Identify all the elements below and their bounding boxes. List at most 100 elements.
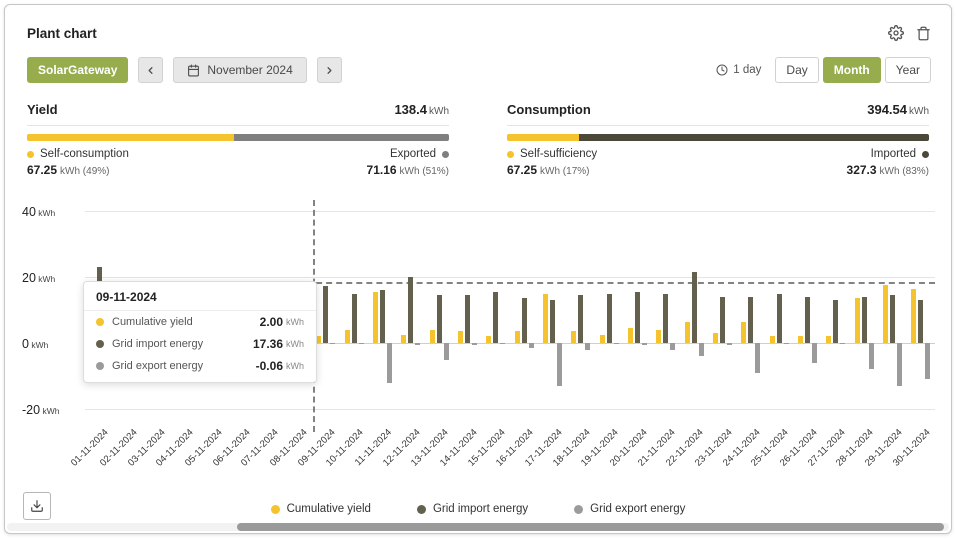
grid-import-energy-bar[interactable] (380, 290, 385, 343)
grid-export-energy-bar[interactable] (869, 343, 874, 369)
grid-import-energy-bar[interactable] (408, 277, 413, 343)
cumulative-yield-bar[interactable] (883, 285, 888, 343)
cumulative-yield-bar[interactable] (486, 336, 491, 343)
delete-trash-icon[interactable] (916, 25, 931, 41)
cumulative-yield-bar[interactable] (628, 328, 633, 343)
grid-export-energy-bar[interactable] (330, 343, 335, 344)
period-selector-button[interactable]: November 2024 (173, 57, 306, 83)
grid-export-energy-bar[interactable] (670, 343, 675, 350)
cumulative-yield-bar[interactable] (401, 335, 406, 343)
bar-group[interactable] (425, 203, 453, 418)
cumulative-yield-bar[interactable] (515, 331, 520, 343)
download-button[interactable] (23, 492, 51, 520)
grid-import-energy-bar[interactable] (607, 294, 612, 344)
grid-export-energy-bar[interactable] (727, 343, 732, 345)
bar-group[interactable] (340, 203, 368, 418)
bar-group[interactable] (538, 203, 566, 418)
gateway-button[interactable]: SolarGateway (27, 57, 128, 83)
bar-group[interactable] (708, 203, 736, 418)
grid-import-energy-bar[interactable] (692, 272, 697, 343)
bar-group[interactable] (850, 203, 878, 418)
bar-group[interactable] (368, 203, 396, 418)
grid-import-energy-bar[interactable] (493, 292, 498, 343)
grid-export-energy-bar[interactable] (500, 343, 505, 344)
bar-group[interactable] (397, 203, 425, 418)
grid-import-energy-bar[interactable] (833, 300, 838, 343)
bar-group[interactable] (482, 203, 510, 418)
grid-import-energy-bar[interactable] (862, 297, 867, 343)
bar-group[interactable] (453, 203, 481, 418)
cumulative-yield-bar[interactable] (741, 322, 746, 343)
cumulative-yield-bar[interactable] (543, 294, 548, 344)
grid-export-energy-bar[interactable] (444, 343, 449, 360)
legend-grid-export[interactable]: Grid export energy (574, 503, 685, 515)
grid-import-energy-bar[interactable] (437, 295, 442, 343)
grid-import-energy-bar[interactable] (578, 295, 583, 343)
grid-export-energy-bar[interactable] (840, 343, 845, 344)
cumulative-yield-bar[interactable] (656, 330, 661, 343)
grid-import-energy-bar[interactable] (522, 298, 527, 343)
cumulative-yield-bar[interactable] (685, 322, 690, 343)
grid-export-energy-bar[interactable] (614, 343, 619, 344)
grid-import-energy-bar[interactable] (663, 294, 668, 344)
bar-group[interactable] (822, 203, 850, 418)
grid-export-energy-bar[interactable] (387, 343, 392, 383)
cumulative-yield-bar[interactable] (798, 336, 803, 343)
grid-import-energy-bar[interactable] (550, 300, 555, 343)
cumulative-yield-bar[interactable] (458, 331, 463, 343)
cumulative-yield-bar[interactable] (345, 330, 350, 343)
cumulative-yield-bar[interactable] (600, 335, 605, 343)
grid-export-energy-bar[interactable] (755, 343, 760, 373)
cumulative-yield-bar[interactable] (911, 289, 916, 343)
grid-import-energy-bar[interactable] (890, 295, 895, 343)
bar-group[interactable] (680, 203, 708, 418)
scrollbar-thumb[interactable] (237, 523, 944, 531)
bar-group[interactable] (623, 203, 651, 418)
grid-export-energy-bar[interactable] (585, 343, 590, 350)
cumulative-yield-bar[interactable] (571, 331, 576, 343)
cumulative-yield-bar[interactable] (713, 333, 718, 343)
grid-export-energy-bar[interactable] (897, 343, 902, 386)
legend-cumulative-yield[interactable]: Cumulative yield (271, 503, 371, 515)
grid-export-energy-bar[interactable] (699, 343, 704, 356)
view-year-button[interactable]: Year (885, 57, 931, 83)
bar-group[interactable] (652, 203, 680, 418)
cumulative-yield-bar[interactable] (316, 336, 321, 343)
grid-export-energy-bar[interactable] (529, 343, 534, 348)
grid-export-energy-bar[interactable] (415, 343, 420, 345)
horizontal-scrollbar[interactable] (7, 523, 949, 531)
grid-export-energy-bar[interactable] (359, 343, 364, 344)
bar-group[interactable] (510, 203, 538, 418)
grid-export-energy-bar[interactable] (784, 343, 789, 344)
bar-group[interactable] (907, 203, 935, 418)
grid-import-energy-bar[interactable] (918, 300, 923, 343)
grid-import-energy-bar[interactable] (777, 294, 782, 344)
bar-group[interactable] (793, 203, 821, 418)
cumulative-yield-bar[interactable] (430, 330, 435, 343)
grid-import-energy-bar[interactable] (323, 286, 328, 343)
bar-group[interactable] (737, 203, 765, 418)
grid-import-energy-bar[interactable] (805, 297, 810, 343)
cumulative-yield-bar[interactable] (373, 292, 378, 343)
grid-import-energy-bar[interactable] (352, 294, 357, 344)
grid-import-energy-bar[interactable] (748, 297, 753, 343)
prev-period-button[interactable] (138, 57, 163, 83)
grid-export-energy-bar[interactable] (472, 343, 477, 345)
grid-export-energy-bar[interactable] (642, 343, 647, 345)
cumulative-yield-bar[interactable] (855, 298, 860, 343)
settings-gear-icon[interactable] (888, 25, 904, 41)
grid-import-energy-bar[interactable] (465, 295, 470, 343)
bar-group[interactable] (595, 203, 623, 418)
cumulative-yield-bar[interactable] (826, 336, 831, 343)
view-month-button[interactable]: Month (823, 57, 881, 83)
bar-group[interactable] (878, 203, 906, 418)
grid-export-energy-bar[interactable] (812, 343, 817, 363)
grid-import-energy-bar[interactable] (720, 297, 725, 343)
legend-grid-import[interactable]: Grid import energy (417, 503, 528, 515)
view-day-button[interactable]: Day (775, 57, 818, 83)
cumulative-yield-bar[interactable] (770, 336, 775, 343)
grid-export-energy-bar[interactable] (557, 343, 562, 386)
next-period-button[interactable] (317, 57, 342, 83)
bar-group[interactable] (567, 203, 595, 418)
grid-export-energy-bar[interactable] (925, 343, 930, 379)
